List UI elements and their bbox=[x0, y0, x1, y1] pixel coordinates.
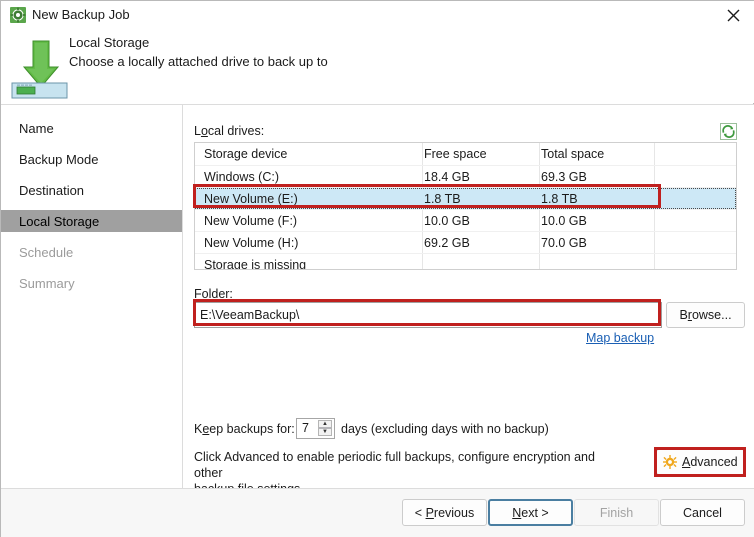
dialog-header: Local Storage Choose a locally attached … bbox=[1, 29, 754, 103]
cell-storage-device: Windows (C:) bbox=[204, 169, 280, 184]
header-subtitle: Choose a locally attached drive to back … bbox=[69, 54, 328, 69]
cell-free-space: 69.2 GB bbox=[424, 235, 470, 250]
local-drives-table[interactable]: Storage device Free space Total space Wi… bbox=[194, 142, 737, 270]
keep-backups-label: Keep backups for: bbox=[194, 422, 295, 436]
sidebar-item-label: Destination bbox=[19, 182, 85, 198]
cell-total-space: 69.3 GB bbox=[541, 169, 587, 184]
cancel-button-label: Cancel bbox=[683, 505, 722, 520]
cell-total-space: 10.0 GB bbox=[541, 213, 587, 228]
cell-total-space: 70.0 GB bbox=[541, 235, 587, 250]
cell-free-space: 1.8 TB bbox=[424, 191, 461, 206]
sidebar-item-name[interactable]: Name bbox=[1, 117, 182, 139]
advanced-gear-icon bbox=[663, 455, 677, 469]
cell-total-space: 1.8 TB bbox=[541, 191, 578, 206]
column-header-free-space: Free space bbox=[424, 147, 487, 161]
previous-button[interactable]: < Previous bbox=[402, 499, 487, 526]
stepper-buttons[interactable]: ▲ ▼ bbox=[318, 420, 332, 436]
previous-button-label: < Previous bbox=[414, 505, 475, 520]
cell-storage-device: Storage is missing bbox=[204, 257, 307, 270]
table-row[interactable]: Windows (C:) 18.4 GB 69.3 GB bbox=[195, 166, 736, 187]
browse-button-label: Browse... bbox=[679, 308, 732, 322]
sidebar-item-destination[interactable]: Destination bbox=[1, 179, 182, 201]
sidebar-item-local-storage[interactable]: Local Storage bbox=[1, 210, 182, 232]
cell-free-space: 18.4 GB bbox=[424, 169, 470, 184]
sidebar-item-label: Name bbox=[19, 120, 54, 136]
close-button[interactable] bbox=[711, 1, 754, 29]
sidebar-item-label: Summary bbox=[19, 275, 75, 291]
cell-storage-device: New Volume (F:) bbox=[204, 213, 298, 228]
table-header-row: Storage device Free space Total space bbox=[195, 143, 736, 165]
cell-storage-device: New Volume (E:) bbox=[204, 191, 298, 206]
header-title: Local Storage bbox=[69, 35, 150, 50]
table-row[interactable]: New Volume (F:) 10.0 GB 10.0 GB bbox=[195, 210, 736, 231]
local-drives-label: Local drives: bbox=[194, 124, 265, 138]
table-row[interactable]: Storage is missing bbox=[195, 254, 736, 270]
stepper-down-icon[interactable]: ▼ bbox=[319, 429, 331, 435]
sidebar-item-label: Schedule bbox=[19, 244, 74, 260]
keep-backups-suffix: days (excluding days with no backup) bbox=[341, 422, 549, 436]
download-to-drive-icon bbox=[9, 33, 69, 99]
cell-storage-device: New Volume (H:) bbox=[204, 235, 299, 250]
app-gear-icon bbox=[9, 6, 27, 24]
sidebar-item-label: Local Storage bbox=[19, 213, 100, 229]
dialog-footer: < Previous Next > Finish Cancel bbox=[1, 489, 754, 537]
advanced-description-line1: Click Advanced to enable periodic full b… bbox=[194, 450, 595, 480]
advanced-button-label: Advanced bbox=[682, 455, 738, 469]
folder-input-value: E:\VeeamBackup\ bbox=[200, 308, 300, 322]
table-row-selected[interactable]: New Volume (E:) 1.8 TB 1.8 TB bbox=[195, 188, 736, 209]
cell-free-space: 10.0 GB bbox=[424, 213, 470, 228]
finish-button: Finish bbox=[574, 499, 659, 526]
next-button[interactable]: Next > bbox=[488, 499, 573, 526]
next-button-label: Next > bbox=[512, 505, 549, 520]
advanced-button[interactable]: Advanced bbox=[656, 449, 745, 475]
table-row[interactable]: New Volume (H:) 69.2 GB 70.0 GB bbox=[195, 232, 736, 253]
finish-button-label: Finish bbox=[599, 505, 634, 520]
wizard-steps-sidebar: Name Backup Mode Destination Local Stora… bbox=[1, 105, 182, 488]
sidebar-item-backup-mode[interactable]: Backup Mode bbox=[1, 148, 182, 170]
local-storage-pane: Local drives: Storage device Free space … bbox=[183, 105, 754, 496]
column-header-total-space: Total space bbox=[541, 147, 605, 161]
sidebar-item-label: Backup Mode bbox=[19, 151, 99, 167]
title-bar: New Backup Job bbox=[1, 1, 754, 29]
browse-button[interactable]: Browse... bbox=[666, 302, 745, 328]
column-header-storage-device: Storage device bbox=[204, 147, 288, 161]
folder-input[interactable]: E:\VeeamBackup\ bbox=[194, 302, 662, 328]
keep-backups-stepper[interactable]: 7 ▲ ▼ bbox=[296, 418, 335, 439]
cancel-button[interactable]: Cancel bbox=[660, 499, 745, 526]
folder-label: Folder: bbox=[194, 287, 233, 301]
refresh-icon[interactable] bbox=[720, 123, 737, 140]
sidebar-item-schedule: Schedule bbox=[1, 241, 182, 263]
map-backup-link[interactable]: Map backup bbox=[586, 331, 654, 345]
new-backup-job-dialog: New Backup Job Local Storage Choose a lo… bbox=[0, 0, 754, 537]
sidebar-item-summary: Summary bbox=[1, 272, 182, 294]
keep-backups-value: 7 bbox=[302, 421, 309, 435]
window-title: New Backup Job bbox=[32, 7, 130, 22]
